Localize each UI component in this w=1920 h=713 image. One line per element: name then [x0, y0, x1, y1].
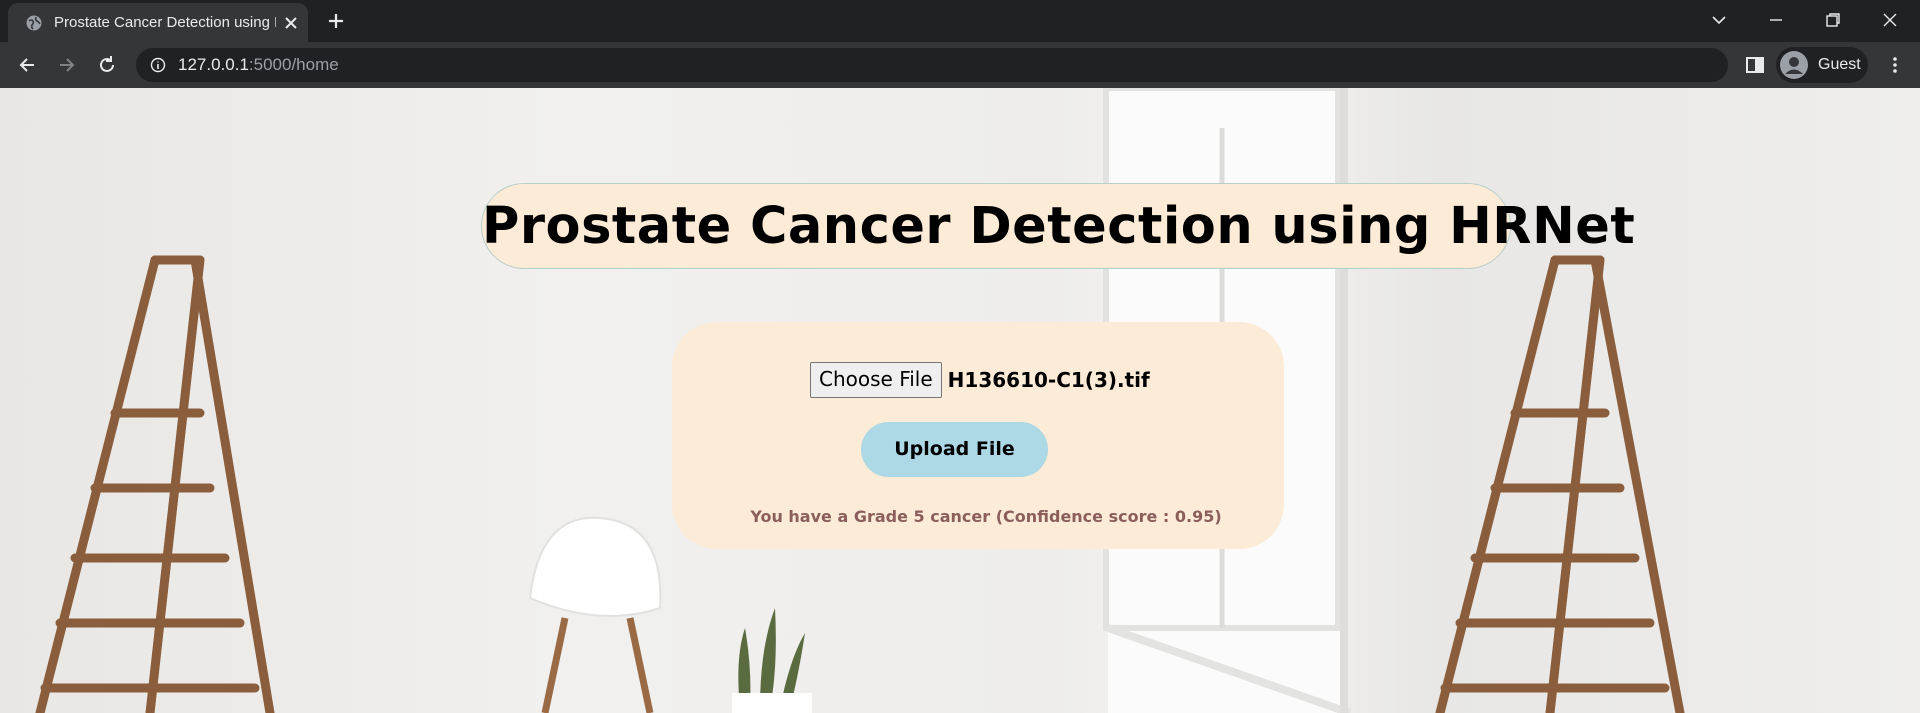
forward-arrow-icon[interactable] — [56, 54, 78, 76]
new-tab-icon[interactable] — [326, 11, 346, 31]
close-window-icon[interactable] — [1880, 10, 1900, 30]
tab-strip: Prostate Cancer Detection using HRNet — [0, 0, 1920, 42]
back-arrow-icon[interactable] — [16, 54, 38, 76]
page-viewport: Prostate Cancer Detection using HRNet Ch… — [0, 88, 1920, 713]
browser-tab[interactable]: Prostate Cancer Detection using HRNet — [8, 3, 308, 42]
profile-label: Guest — [1818, 56, 1861, 73]
url-text[interactable]: 127.0.0.1:5000/home — [178, 55, 339, 75]
page-title: Prostate Cancer Detection using HRNet — [482, 197, 1636, 256]
globe-icon — [26, 15, 42, 31]
info-icon[interactable] — [150, 57, 166, 73]
selected-file-name: H136610-C1(3).tif — [947, 368, 1150, 392]
upload-file-button[interactable]: Upload File — [861, 422, 1048, 477]
side-panel-icon[interactable] — [1744, 54, 1766, 76]
close-tab-icon[interactable] — [283, 15, 299, 31]
prediction-result: You have a Grade 5 cancer (Confidence sc… — [750, 507, 1222, 526]
avatar-icon — [1780, 51, 1808, 79]
file-input[interactable]: Choose File H136610-C1(3).tif — [810, 362, 1150, 398]
restore-icon[interactable] — [1823, 10, 1843, 30]
browser-toolbar: 127.0.0.1:5000/home Guest — [0, 42, 1920, 88]
url-host: 127.0.0.1 — [178, 55, 249, 74]
reload-icon[interactable] — [96, 54, 118, 76]
url-path: :5000/home — [248, 55, 339, 74]
upload-panel: Choose File H136610-C1(3).tif Upload File… — [672, 322, 1284, 549]
address-bar[interactable]: 127.0.0.1:5000/home — [136, 48, 1728, 82]
choose-file-button[interactable]: Choose File — [810, 362, 942, 398]
profile-button[interactable]: Guest — [1776, 47, 1868, 83]
more-menu-icon[interactable] — [1884, 54, 1906, 76]
title-banner: Prostate Cancer Detection using HRNet — [481, 183, 1636, 269]
tab-search-icon[interactable] — [1709, 10, 1729, 30]
tab-title: Prostate Cancer Detection using HRNet — [54, 14, 276, 31]
minimize-icon[interactable] — [1766, 10, 1786, 30]
